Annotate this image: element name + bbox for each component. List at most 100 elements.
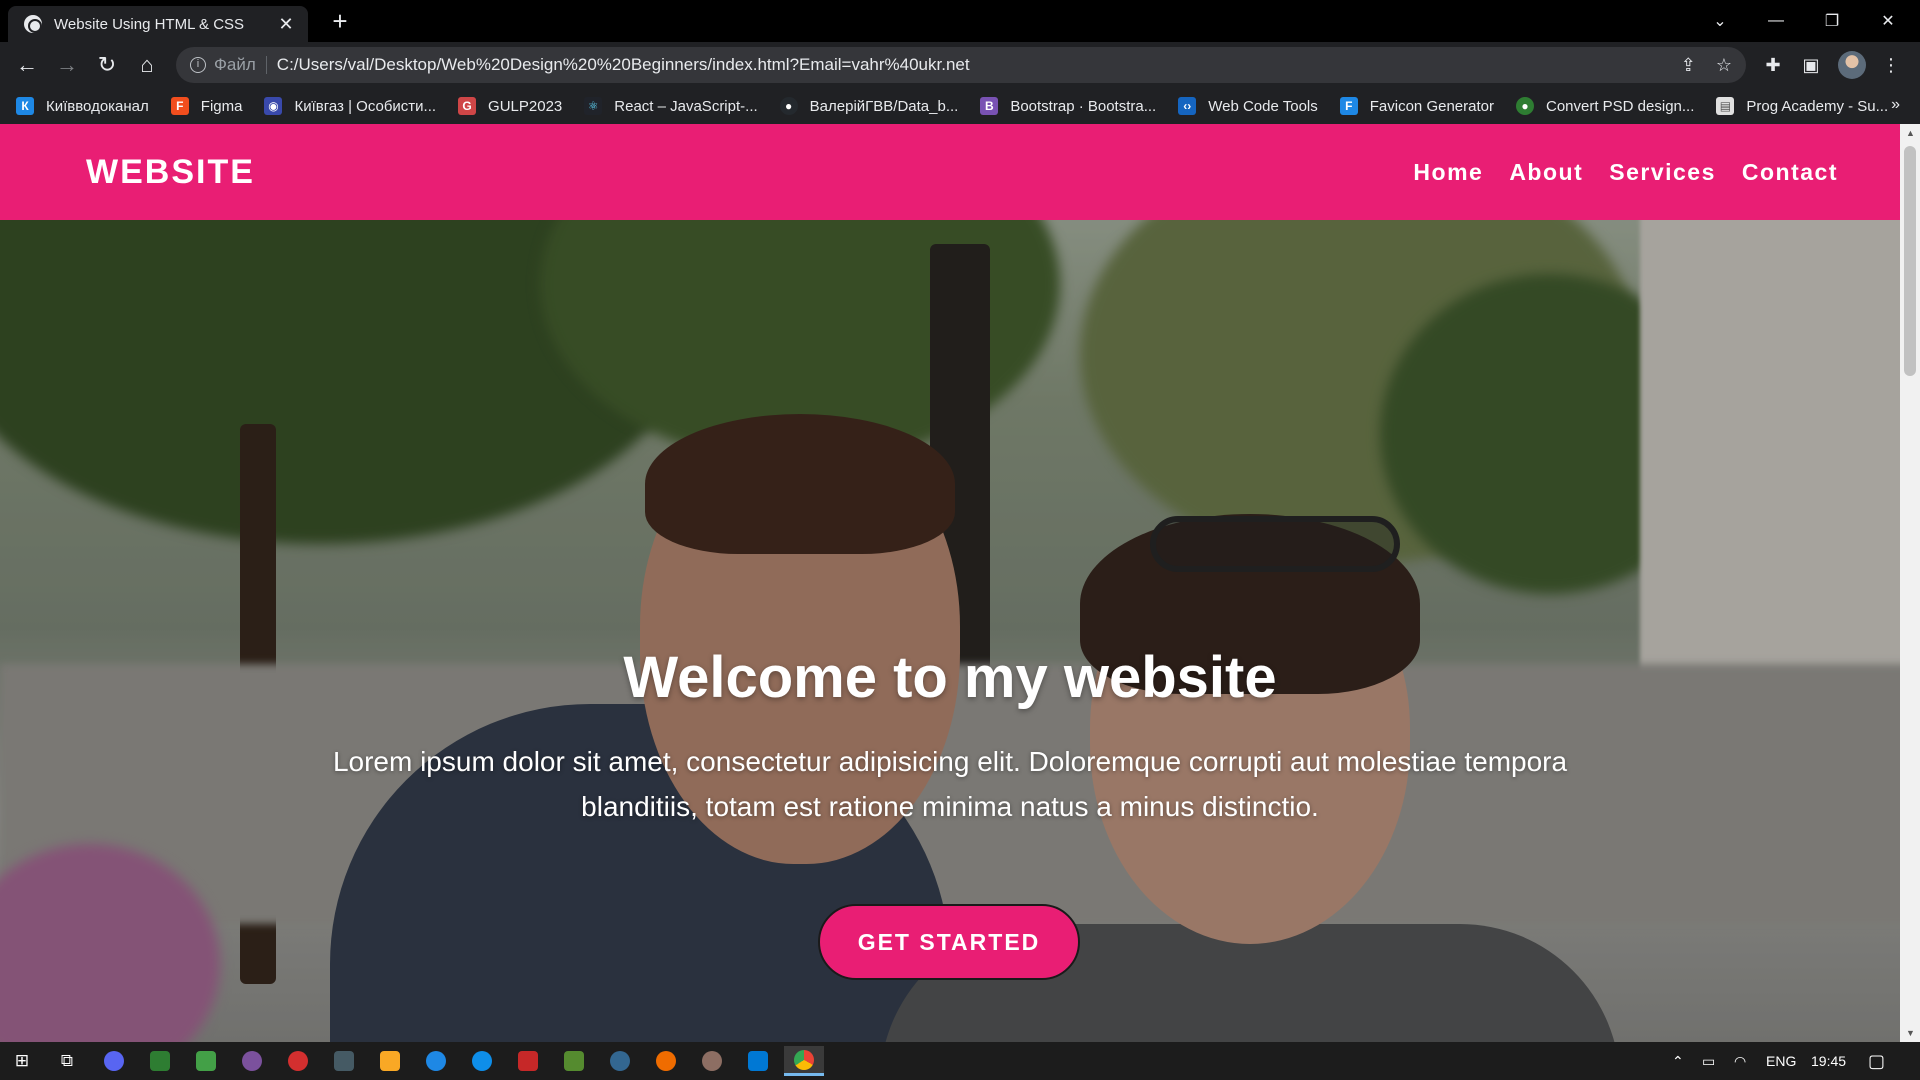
code-icon: ‹› — [1178, 97, 1197, 115]
language-indicator[interactable]: ENG — [1766, 1042, 1796, 1080]
gas-icon: ◉ — [264, 97, 283, 115]
close-tab-icon[interactable]: ✕ — [276, 14, 296, 35]
bookmark-star-icon[interactable]: ☆ — [1716, 55, 1732, 76]
task-view-icon[interactable]: ⧉ — [47, 1046, 87, 1076]
bookmark-label: React – JavaScript-... — [614, 97, 758, 115]
chrome-icon[interactable] — [784, 1046, 824, 1076]
nav-contact-link[interactable]: Contact — [1742, 159, 1838, 186]
shield-icon[interactable] — [324, 1046, 364, 1076]
bookmark-item[interactable]: ⚛ React – JavaScript-... — [584, 97, 758, 115]
wifi-icon[interactable]: ◠ — [1734, 1042, 1746, 1080]
github-icon: ● — [779, 97, 798, 115]
nav-home-link[interactable]: Home — [1413, 159, 1483, 186]
nav-about-link[interactable]: About — [1509, 159, 1583, 186]
bookmark-label: Bootstrap · Bootstra... — [1010, 97, 1157, 115]
nav-services-link[interactable]: Services — [1609, 159, 1716, 186]
browser-tab[interactable]: Website Using HTML & CSS ✕ — [8, 6, 308, 42]
discord-icon[interactable] — [94, 1046, 134, 1076]
battery-icon[interactable]: ▭ — [1702, 1042, 1715, 1080]
info-icon[interactable]: i — [190, 57, 206, 73]
teamviewer-icon[interactable] — [462, 1046, 502, 1076]
postgres-icon[interactable] — [600, 1046, 640, 1076]
side-panel-icon[interactable]: ▣ — [1796, 50, 1826, 80]
share-icon[interactable]: ⇪ — [1681, 55, 1696, 76]
app-icon[interactable] — [646, 1046, 686, 1076]
tray-overflow-icon[interactable]: ⌃ — [1672, 1042, 1684, 1080]
messenger-icon[interactable] — [416, 1046, 456, 1076]
app-icon[interactable] — [554, 1046, 594, 1076]
forward-icon[interactable]: → — [52, 50, 82, 80]
opera-icon[interactable] — [278, 1046, 318, 1076]
notifications-icon[interactable]: ▢ — [1868, 1042, 1885, 1080]
vscode-icon[interactable] — [738, 1046, 778, 1076]
globe-icon — [24, 15, 42, 33]
home-icon[interactable]: ⌂ — [132, 50, 162, 80]
scroll-down-icon[interactable]: ▼ — [1906, 1028, 1915, 1038]
profile-avatar[interactable] — [1838, 51, 1866, 79]
clock[interactable]: 19:45 — [1811, 1042, 1846, 1080]
reload-icon[interactable]: ↻ — [92, 50, 122, 80]
close-window-button[interactable]: ✕ — [1860, 0, 1916, 42]
site-logo[interactable]: WEBSITE — [86, 153, 255, 192]
windows-start-icon[interactable]: ⊞ — [2, 1046, 42, 1076]
bookmarks-overflow-icon[interactable]: » — [1891, 96, 1900, 114]
bookmark-item[interactable]: ● Convert PSD design... — [1515, 97, 1695, 115]
figma-icon: F — [170, 97, 189, 115]
scheme-label: Файл — [214, 55, 256, 74]
scrollbar-thumb[interactable] — [1904, 146, 1916, 376]
bookmark-item[interactable]: ‹› Web Code Tools — [1178, 97, 1318, 115]
bookmark-item[interactable]: F Favicon Generator — [1339, 97, 1494, 115]
tab-search-icon[interactable]: ⌄ — [1692, 0, 1748, 42]
bookmark-label: Київводоканал — [46, 97, 149, 115]
tab-strip: Website Using HTML & CSS ✕ + ⌄ — ❐ ✕ — [0, 0, 1920, 42]
divider — [265, 56, 267, 74]
menu-icon[interactable]: ⋮ — [1876, 50, 1906, 80]
file-explorer-icon[interactable] — [370, 1046, 410, 1076]
app-icon[interactable] — [508, 1046, 548, 1076]
bookmark-item[interactable]: ◉ Київгаз | Особисти... — [264, 97, 436, 115]
scroll-up-icon[interactable]: ▲ — [1906, 128, 1915, 138]
drop-icon: ● — [1515, 97, 1534, 115]
kv-icon: К — [16, 97, 34, 115]
app-icon[interactable] — [186, 1046, 226, 1076]
hero-content: Welcome to my website Lorem ipsum dolor … — [0, 644, 1900, 829]
page-viewport: WEBSITE Home About Services Contact Welc… — [0, 124, 1900, 1042]
bootstrap-icon: B — [980, 97, 999, 115]
extensions-icon[interactable]: ✚ — [1758, 50, 1788, 80]
favicon-icon: F — [1339, 97, 1358, 115]
viber-icon[interactable] — [232, 1046, 272, 1076]
bookmark-label: GULP2023 — [488, 97, 563, 115]
bookmark-label: Convert PSD design... — [1545, 97, 1695, 115]
site-header: WEBSITE Home About Services Contact — [0, 124, 1900, 220]
bookmark-label: Київгаз | Особисти... — [294, 97, 437, 115]
bookmark-item[interactable]: F Figma — [170, 97, 243, 115]
bookmark-label: Figma — [200, 97, 243, 115]
restore-button[interactable]: ❐ — [1804, 0, 1860, 42]
hero-title: Welcome to my website — [623, 645, 1277, 710]
bookmark-item[interactable]: G GULP2023 — [458, 97, 562, 115]
new-tab-button[interactable]: + — [325, 6, 355, 36]
back-icon[interactable]: ← — [12, 50, 42, 80]
bookmark-item[interactable]: ● ВалерійГВВ/Data_b... — [779, 97, 959, 115]
bookmark-label: Prog Academy - Su... — [1746, 97, 1889, 115]
app-icon[interactable] — [140, 1046, 180, 1076]
url-text[interactable]: C:/Users/val/Desktop/Web%20Design%20%20B… — [277, 55, 1661, 75]
react-icon: ⚛ — [584, 97, 603, 115]
windows-taskbar: ⊞ ⧉ ⌃ ▭ ◠ ENG 19:45 ▢ — [0, 1042, 1920, 1080]
app-icon[interactable] — [692, 1046, 732, 1076]
bookmark-item[interactable]: B Bootstrap · Bootstra... — [980, 97, 1156, 115]
bookmark-item[interactable]: ▤ Prog Academy - Su... — [1716, 97, 1888, 115]
bookmark-label: Web Code Tools — [1208, 97, 1318, 115]
site-nav: Home About Services Contact — [1413, 159, 1838, 186]
hero-text: Lorem ipsum dolor sit amet, consectetur … — [332, 746, 1568, 822]
browser-toolbar: ← → ↻ ⌂ i Файл C:/Users/val/Desktop/Web%… — [0, 42, 1920, 88]
page-icon: ▤ — [1716, 97, 1735, 115]
address-bar[interactable]: i Файл C:/Users/val/Desktop/Web%20Design… — [176, 47, 1746, 83]
get-started-button[interactable]: GET STARTED — [818, 904, 1080, 980]
bookmark-label: ВалерійГВВ/Data_b... — [809, 97, 959, 115]
bookmarks-bar: К Київводоканал F Figma ◉ Київгаз | Особист… — [0, 88, 1920, 124]
minimize-button[interactable]: — — [1748, 0, 1804, 42]
page-scrollbar[interactable]: ▲ ▼ — [1900, 124, 1920, 1042]
tab-title: Website Using HTML & CSS — [54, 15, 245, 33]
bookmark-item[interactable]: К Київводоканал — [16, 97, 149, 115]
